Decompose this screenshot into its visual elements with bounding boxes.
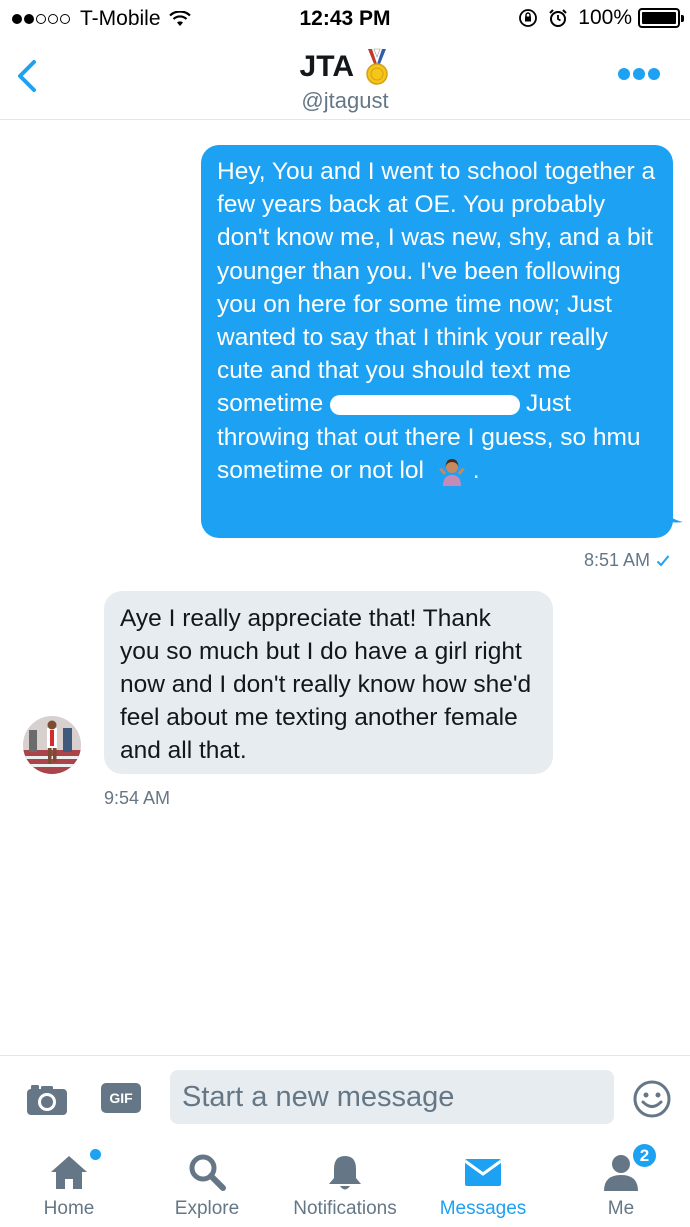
home-icon — [51, 1156, 87, 1189]
message-text: Hey, You and I went to school together a… — [217, 158, 656, 418]
search-icon — [189, 1154, 226, 1191]
status-right: 100% — [518, 6, 684, 30]
battery-percent: 100% — [578, 6, 632, 29]
outgoing-message-time: 8:51 AM — [584, 550, 670, 571]
contact-info[interactable]: JTA @jtagust — [0, 48, 690, 114]
alarm-icon — [549, 9, 567, 27]
tab-messages[interactable]: Messages — [414, 1137, 552, 1227]
tab-explore[interactable]: Explore — [138, 1137, 276, 1227]
tab-bar: Home Explore 2 Notifications Messages Me — [0, 1137, 690, 1227]
tab-me[interactable]: Me — [552, 1137, 690, 1227]
person-icon — [604, 1155, 638, 1191]
outgoing-message-bubble[interactable]: Hey, You and I went to school together a… — [201, 145, 683, 538]
tab-label: Me — [607, 1198, 635, 1219]
more-options-button[interactable] — [618, 68, 660, 84]
tab-label: Notifications — [293, 1198, 397, 1219]
tab-label: Explore — [174, 1198, 240, 1219]
avatar[interactable] — [23, 716, 81, 774]
redacted-phone-number — [330, 394, 521, 415]
message-ending: . — [472, 456, 480, 484]
medal-icon — [366, 48, 389, 85]
tab-label: Messages — [439, 1198, 527, 1219]
home-notification-dot — [90, 1149, 101, 1160]
envelope-icon — [464, 1159, 502, 1186]
incoming-message-time: 9:54 AM — [104, 788, 171, 808]
status-bar: T-Mobile 12:43 PM 100% — [0, 0, 690, 38]
message-input[interactable] — [170, 1070, 614, 1124]
tab-notifications[interactable]: 2 Notifications — [276, 1137, 658, 1227]
battery-icon — [638, 8, 684, 28]
person-shrugging-emoji — [438, 459, 465, 487]
check-icon — [656, 554, 670, 566]
emoji-icon[interactable] — [632, 1079, 672, 1119]
avatar-image — [23, 716, 81, 774]
contact-name: JTA — [299, 50, 354, 83]
tab-label: Home — [43, 1198, 95, 1219]
gif-button[interactable]: GIF — [101, 1083, 141, 1113]
bell-icon — [329, 1156, 361, 1190]
bubble-tail — [663, 504, 683, 523]
message-text: Aye I really appreciate that! Thank you … — [120, 605, 532, 764]
conversation-header: JTA @jtagust — [0, 38, 690, 120]
outgoing-time-text: 8:51 AM — [583, 550, 650, 570]
incoming-message-bubble[interactable]: Aye I really appreciate that! Thank you … — [104, 591, 553, 774]
compose-bar: GIF — [0, 1055, 690, 1137]
tab-home[interactable]: Home — [0, 1137, 138, 1227]
contact-handle: @jtagust — [301, 88, 389, 113]
camera-icon[interactable] — [26, 1082, 68, 1116]
orientation-lock-icon — [519, 9, 538, 27]
